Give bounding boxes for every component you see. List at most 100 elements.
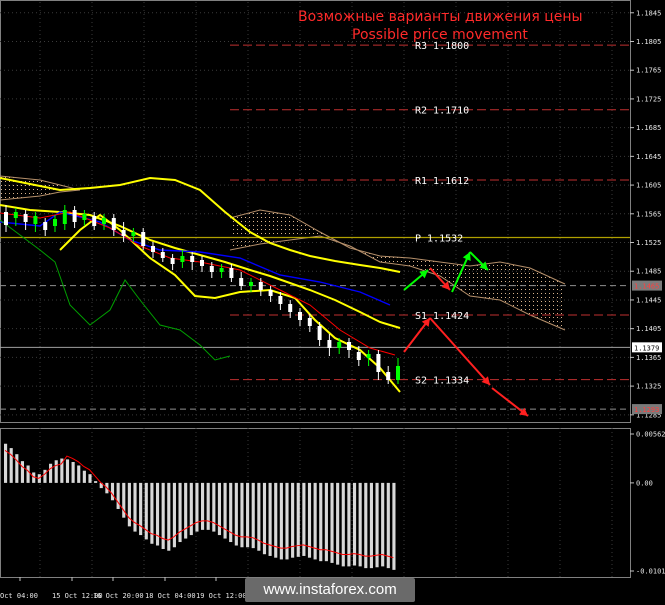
ichimoku-cloud	[0, 175, 566, 331]
price-tick-label: 1.1485	[636, 268, 661, 276]
kijun-sen	[0, 211, 391, 306]
candle-body	[160, 252, 165, 258]
candle-body	[151, 246, 155, 252]
macd-bar	[364, 482, 368, 569]
price-tick-label: 1.1405	[636, 325, 661, 333]
macd-bar	[77, 465, 81, 483]
time-tick-label: Oct 04:00	[0, 592, 38, 600]
candle-body	[307, 318, 312, 326]
marker-price-label: 1.1293	[634, 406, 659, 414]
marker-price-label: 1.1465	[634, 283, 659, 291]
pivot-label-s1: S1 1.1424	[415, 311, 469, 322]
macd-bar	[212, 482, 216, 532]
time-axis: Oct 04:00 15 Oct 12:0016 Oct 20:00 18 Oct …	[0, 577, 247, 600]
time-tick-label: 18 Oct 04:00	[145, 592, 196, 600]
chart-title-en: Possible price movement	[352, 27, 528, 43]
price-tick-label: 1.1765	[636, 67, 661, 75]
macd-bar	[240, 482, 244, 548]
candle-body	[72, 210, 77, 222]
macd-bar	[133, 482, 137, 532]
candle-body	[13, 212, 18, 218]
macd-bar	[369, 482, 373, 569]
candle-body	[23, 214, 28, 222]
candle-body	[53, 219, 57, 226]
candle-body	[131, 232, 136, 236]
candle-body	[111, 218, 116, 230]
price-tick-label: 1.1565	[636, 210, 661, 218]
macd-bar	[26, 465, 30, 483]
watermark[interactable]: www.instaforex.com	[245, 578, 415, 602]
price-tick-label: 1.1685	[636, 124, 661, 132]
candle-body	[200, 260, 204, 266]
macd-bar	[65, 459, 70, 483]
price-tick-label: 1.1445	[636, 296, 661, 304]
candle-body	[356, 352, 361, 360]
macd-bar	[71, 462, 75, 483]
time-tick-label: 19 Oct 12:00	[196, 592, 247, 600]
candle-body	[249, 282, 253, 286]
price-tick-label: 1.1365	[636, 354, 661, 362]
macd-bar	[189, 482, 193, 536]
tenkan-sen	[0, 211, 396, 356]
macd-bar	[352, 482, 357, 566]
candle-body	[239, 278, 244, 286]
macd-bar	[217, 482, 222, 536]
macd-bar	[4, 443, 8, 483]
candle-body	[258, 282, 263, 290]
candle-body	[4, 212, 8, 225]
current-price-label: 1.1379	[634, 344, 659, 352]
macd-bar	[43, 469, 47, 483]
time-tick-label: 16 Oct 20:00	[93, 592, 144, 600]
macd-bar	[358, 482, 362, 567]
macd-bar	[82, 470, 86, 483]
candle-body	[396, 366, 400, 380]
macd-bar	[206, 482, 210, 530]
candle-body	[317, 326, 322, 340]
candle-body	[43, 222, 48, 230]
pivot-label-r2: R2 1.1710	[415, 106, 469, 117]
price-tick-label: 1.1725	[636, 95, 661, 103]
candle-body	[190, 256, 195, 262]
macd-bar	[201, 482, 205, 530]
macd-bar	[386, 482, 390, 569]
macd-bar	[88, 474, 92, 483]
candle-body	[298, 312, 302, 320]
indicator-lines	[0, 176, 401, 393]
price-tick-label: 1.1645	[636, 153, 661, 161]
cloud-right	[230, 210, 565, 330]
candle-body	[386, 372, 391, 380]
price-tick-label: 1.1605	[636, 182, 661, 190]
macd-panel: 0.00562 0.00 -0.01013	[4, 431, 665, 576]
candle-body	[102, 218, 106, 224]
candle-body	[82, 214, 87, 220]
pivot-label-p: P 1.1532	[415, 233, 463, 244]
candle-body	[209, 266, 214, 272]
pivot-label-r1: R1 1.1612	[415, 176, 469, 187]
pivot-label-s2: S2 1.1334	[415, 376, 469, 387]
macd-bar	[110, 482, 115, 501]
price-tick-label: 1.1325	[636, 383, 661, 391]
price-tick-label: 1.1525	[636, 239, 661, 247]
candle-body	[327, 340, 332, 348]
candle-body	[337, 342, 342, 348]
candle-body	[180, 256, 185, 262]
chart-canvas: R3 1.1800R2 1.1710R1 1.1612P 1.1532S1 1.…	[0, 0, 665, 600]
macd-bar	[9, 448, 13, 483]
bollinger-middle	[0, 204, 401, 329]
macd-bar	[381, 482, 385, 567]
candle-body	[141, 232, 146, 246]
candle-body	[170, 258, 175, 264]
candle-body	[347, 342, 351, 350]
candle-body	[62, 210, 67, 224]
chart-title-ru: Возможные варианты движения цены	[298, 9, 583, 25]
macd-bar	[49, 463, 53, 483]
candle-body	[219, 268, 224, 272]
price-axis: 1.1845 1.1805 1.1765 1.1725 1.1685 1.1645 1.16…	[630, 9, 662, 419]
macd-bar	[127, 482, 131, 527]
macd-bar	[15, 454, 19, 483]
macd-bar	[392, 482, 396, 570]
price-tick-label: 1.1845	[636, 9, 661, 17]
candle-body	[121, 230, 126, 236]
macd-bar	[184, 482, 188, 539]
price-panel-frame	[0, 0, 631, 423]
